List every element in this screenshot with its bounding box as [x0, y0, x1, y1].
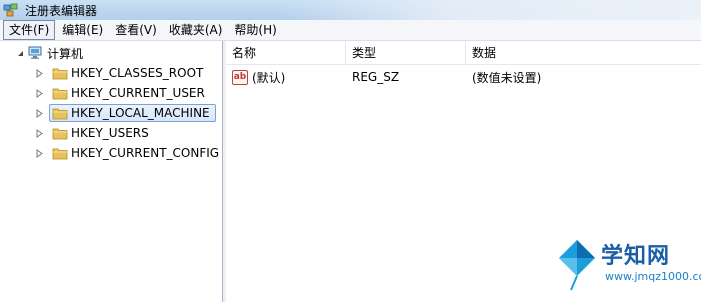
collapsed-arrow-icon[interactable]	[35, 108, 44, 118]
window-title: 注册表编辑器	[25, 3, 98, 18]
menu-view[interactable]: 查看(V)	[110, 21, 162, 39]
tree-item-hkey-users[interactable]: HKEY_USERS	[35, 123, 155, 143]
menu-file[interactable]: 文件(F)	[3, 20, 56, 40]
list-row[interactable]: ab (默认) REG_SZ (数值未设置)	[226, 67, 701, 87]
tree-item-hkey-local-machine[interactable]: HKEY_LOCAL_MACHINE	[35, 103, 216, 123]
tree-item-content: HKEY_CLASSES_ROOT	[49, 64, 209, 82]
computer-icon	[28, 46, 42, 59]
tree-item-label: HKEY_CURRENT_USER	[71, 86, 205, 100]
registry-editor-icon	[3, 3, 18, 17]
watermark-kite-icon	[559, 240, 595, 291]
tree-item-hkey-current-user[interactable]: HKEY_CURRENT_USER	[35, 83, 211, 103]
tree-item-label: HKEY_LOCAL_MACHINE	[71, 106, 210, 120]
tree-item-content: HKEY_USERS	[49, 124, 155, 142]
folder-icon	[52, 128, 68, 140]
tree-item-label: HKEY_CURRENT_CONFIG	[71, 146, 220, 160]
tree-item-label: HKEY_CLASSES_ROOT	[71, 66, 204, 80]
expanded-arrow-icon[interactable]	[16, 49, 25, 58]
watermark-logo: 学知网 www.jmqz1000.com	[555, 234, 701, 298]
title-bar: 注册表编辑器	[0, 0, 701, 20]
folder-icon	[52, 108, 68, 120]
collapsed-arrow-icon[interactable]	[35, 68, 44, 78]
value-type: REG_SZ	[352, 70, 400, 84]
title-bar-background	[281, 0, 701, 20]
menu-favorites[interactable]: 收藏夹(A)	[164, 21, 228, 39]
tree-item-hkey-current-config[interactable]: HKEY_CURRENT_CONFIG	[35, 143, 225, 163]
watermark-text: 学知网	[601, 244, 671, 269]
tree-pane[interactable]: 计算机 HKEY_CLASSES_ROOT HKEY_CURRENT_USER	[0, 41, 223, 302]
list-header: 名称 类型 数据	[226, 41, 701, 65]
menu-help[interactable]: 帮助(H)	[229, 21, 281, 39]
tree-item-computer[interactable]: 计算机	[16, 43, 86, 63]
string-value-icon: ab	[232, 69, 248, 85]
collapsed-arrow-icon[interactable]	[35, 128, 44, 138]
tree-item-content: HKEY_CURRENT_USER	[49, 84, 211, 102]
tree-item-hkey-classes-root[interactable]: HKEY_CLASSES_ROOT	[35, 63, 209, 83]
watermark-url: www.jmqz1000.com	[605, 270, 701, 283]
folder-icon	[52, 68, 68, 80]
folder-icon	[52, 148, 68, 160]
collapsed-arrow-icon[interactable]	[35, 88, 44, 98]
tree-item-label: 计算机	[47, 46, 84, 61]
value-name-cell: ab (默认)	[232, 67, 285, 87]
tree-item-content: HKEY_CURRENT_CONFIG	[49, 144, 225, 162]
folder-icon	[52, 88, 68, 100]
menu-edit[interactable]: 编辑(E)	[57, 21, 108, 39]
column-header-type[interactable]: 类型	[346, 41, 466, 64]
collapsed-arrow-icon[interactable]	[35, 148, 44, 158]
value-data: (数值未设置)	[472, 70, 542, 85]
value-name: (默认)	[252, 70, 286, 85]
column-header-data[interactable]: 数据	[466, 41, 701, 64]
menu-bar: 文件(F) 编辑(E) 查看(V) 收藏夹(A) 帮助(H)	[0, 20, 701, 41]
tree-item-content: HKEY_LOCAL_MACHINE	[49, 104, 216, 122]
column-header-name[interactable]: 名称	[226, 41, 346, 64]
tree-item-label: HKEY_USERS	[71, 126, 149, 140]
